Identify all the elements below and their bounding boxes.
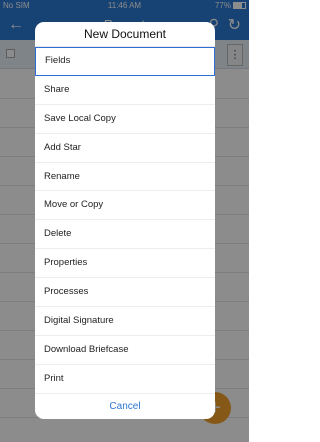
menu-item-add-star[interactable]: Add Star [35, 134, 215, 163]
menu-item-move-or-copy[interactable]: Move or Copy [35, 191, 215, 221]
action-sheet: New Document Fields Share Save Local Cop… [35, 22, 215, 419]
menu-item-delete[interactable]: Delete [35, 220, 215, 250]
menu-item-digital-signature[interactable]: Digital Signature [35, 307, 215, 336]
menu-item-processes[interactable]: Processes [35, 278, 215, 308]
menu-item-share[interactable]: Share [35, 76, 215, 105]
cancel-button[interactable]: Cancel [35, 394, 215, 419]
menu-item-download-briefcase[interactable]: Download Briefcase [35, 336, 215, 365]
menu-item-save-local-copy[interactable]: Save Local Copy [35, 105, 215, 134]
menu-item-fields[interactable]: Fields [35, 47, 215, 76]
menu-item-print[interactable]: Print [35, 365, 215, 394]
sheet-title: New Document [35, 22, 215, 47]
menu-item-rename[interactable]: Rename [35, 163, 215, 192]
menu-item-properties[interactable]: Properties [35, 249, 215, 279]
